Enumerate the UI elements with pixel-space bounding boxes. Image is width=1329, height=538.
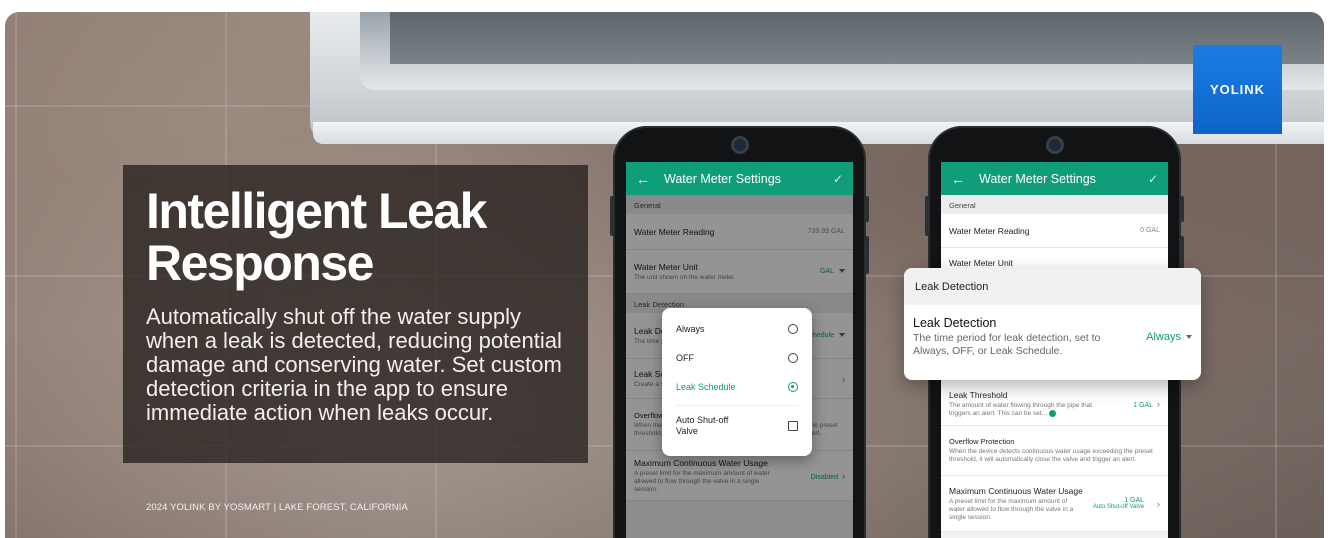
headline-line-1: Intelligent Leak	[146, 183, 487, 239]
side-button	[865, 196, 869, 222]
callout-header: Leak Detection	[904, 268, 1201, 305]
row-max-usage[interactable]: Maximum Continuous Water Usage A preset …	[941, 476, 1168, 532]
side-button	[1180, 196, 1184, 222]
screen-title: Water Meter Settings	[979, 171, 1096, 186]
footer-copy: 2024 YOLINK BY YOSMART | LAKE FOREST, CA…	[146, 502, 408, 513]
row-value: 1 GAL ›	[1133, 399, 1160, 409]
row-overflow[interactable]: Overflow Protection When the device dete…	[941, 426, 1168, 476]
option-auto-shutoff[interactable]: Auto Shut-off Valve	[676, 405, 798, 445]
headline-line-2: Response	[146, 235, 374, 291]
row-value: 1 GAL Auto Shut-off Valve	[1092, 497, 1145, 510]
row-leak-threshold[interactable]: Leak Threshold The amount of water flowi…	[941, 388, 1168, 426]
arrow-left-icon[interactable]: ←	[636, 171, 650, 187]
row-meter-reading[interactable]: Water Meter Reading 0 GAL	[941, 214, 1168, 248]
callout-value[interactable]: Always	[1146, 331, 1192, 358]
yolink-logo: YOLINK	[1193, 45, 1282, 134]
row-label: Water Meter Reading	[949, 225, 1030, 236]
leak-detection-dropdown: Always OFF Leak Schedule Auto Shut-off V…	[662, 308, 812, 456]
side-button	[865, 236, 869, 274]
screen-title: Water Meter Settings	[664, 171, 781, 186]
row-label: Overflow Protection	[949, 437, 1015, 446]
shower-glass	[390, 12, 1324, 64]
check-icon[interactable]: ✓	[833, 172, 843, 186]
row-sub: The amount of water flowing through the …	[949, 401, 1093, 418]
app-bar: ← Water Meter Settings ✓	[941, 162, 1168, 195]
radio-icon[interactable]	[788, 352, 798, 363]
camera-icon	[1045, 136, 1064, 154]
callout-desc: The time period for leak detection, set …	[913, 332, 1101, 357]
camera-icon	[730, 136, 749, 154]
checkbox-icon[interactable]	[788, 420, 798, 431]
section-general: General	[941, 195, 1168, 214]
row-value: 0 GAL	[1140, 227, 1160, 234]
side-button	[610, 196, 614, 236]
body-copy: Automatically shut off the water supply …	[146, 304, 562, 425]
option-leak-schedule[interactable]: Leak Schedule	[676, 372, 798, 401]
side-button	[925, 196, 929, 236]
caret-down-icon	[1186, 335, 1192, 340]
row-sub: When the device detects continuous water…	[949, 448, 1153, 463]
option-off[interactable]: OFF	[676, 343, 798, 372]
chevron-right-icon: ›	[1157, 498, 1160, 509]
row-sub: A preset limit for the maximum amount of…	[949, 497, 1074, 521]
logo-text: YOLINK	[1209, 82, 1266, 97]
row-label: Leak Threshold	[949, 389, 1008, 400]
headline: Intelligent Leak Response	[146, 185, 576, 289]
callout-row[interactable]: Leak Detection The time period for leak …	[904, 305, 1201, 358]
check-icon[interactable]: ✓	[1148, 172, 1158, 186]
option-always[interactable]: Always	[676, 314, 798, 343]
leak-detection-callout: Leak Detection Leak Detection The time p…	[904, 268, 1201, 380]
row-label: Water Meter Unit	[949, 258, 1013, 268]
radio-icon[interactable]	[788, 323, 798, 334]
arrow-left-icon[interactable]: ←	[951, 171, 965, 187]
radio-selected-icon[interactable]	[788, 381, 798, 392]
row-label: Maximum Continuous Water Usage	[949, 485, 1083, 496]
app-bar: ← Water Meter Settings ✓	[626, 162, 853, 195]
info-icon[interactable]	[1049, 409, 1057, 417]
callout-title: Leak Detection	[913, 316, 997, 330]
chevron-right-icon: ›	[1157, 399, 1160, 409]
